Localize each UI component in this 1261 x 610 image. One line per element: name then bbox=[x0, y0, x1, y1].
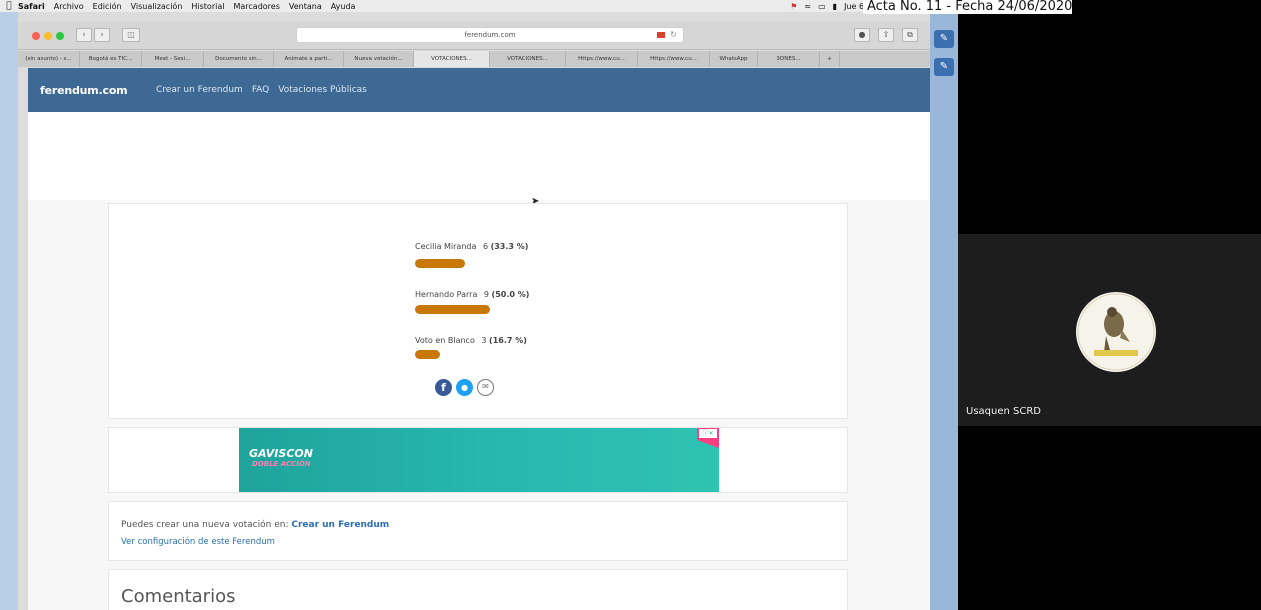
tab[interactable]: Bogotá es TIC... bbox=[80, 51, 142, 67]
wifi-icon[interactable]: ≈ bbox=[804, 2, 811, 11]
results-card: Cecilia Miranda 6 (33.3 %) Hernando Parr… bbox=[108, 203, 848, 419]
ad-close-icon[interactable]: ⓘ✕ bbox=[699, 429, 717, 438]
tabs-overview-icon[interactable]: ⧉ bbox=[902, 28, 918, 42]
site-header: ferendum.com Crear un Ferendum FAQ Votac… bbox=[28, 68, 930, 112]
menu-archivo[interactable]: Archivo bbox=[54, 2, 84, 11]
forward-button[interactable]: › bbox=[94, 28, 110, 42]
comments-heading: Comentarios bbox=[121, 586, 236, 607]
menu-edicion[interactable]: Edición bbox=[93, 2, 122, 11]
candidate-percent: (33.3 %) bbox=[490, 242, 529, 251]
result-row: Cecilia Miranda 6 (33.3 %) bbox=[415, 242, 528, 251]
history-nav: ‹ › bbox=[76, 28, 110, 42]
candidate-name: Voto en Blanco bbox=[415, 336, 475, 345]
share-buttons: f ● ✉ bbox=[435, 379, 494, 396]
page-content: ➤ Cecilia Miranda 6 (33.3 %) Hernando Pa… bbox=[28, 112, 930, 610]
reload-icon[interactable]: ↻ bbox=[670, 28, 677, 42]
ad-brand: GAVISCON bbox=[249, 447, 313, 460]
screen:  Safari Archivo Edición Visualización H… bbox=[0, 0, 1261, 610]
menu-ventana[interactable]: Ventana bbox=[289, 2, 322, 11]
tab[interactable]: Documento sin... bbox=[204, 51, 274, 67]
app-dock-icon[interactable]: ✎ bbox=[934, 30, 954, 48]
candidate-votes: 6 bbox=[482, 242, 489, 251]
menu-visualizacion[interactable]: Visualización bbox=[131, 2, 183, 11]
tab[interactable]: Anímate a parti... bbox=[274, 51, 344, 67]
tab[interactable]: WhatsApp bbox=[710, 51, 758, 67]
tab-active[interactable]: VOTACIONES... bbox=[414, 51, 490, 67]
candidate-votes: 9 bbox=[483, 290, 489, 299]
create-new-text: Puedes crear una nueva votación en: Crea… bbox=[121, 520, 389, 530]
new-tab-button[interactable]: + bbox=[820, 51, 840, 67]
extension-icon[interactable] bbox=[657, 32, 665, 38]
result-bar bbox=[415, 350, 440, 359]
tab[interactable]: Meet - Sesi... bbox=[142, 51, 204, 67]
tab[interactable]: (sin asunto) - s... bbox=[18, 51, 80, 67]
menu-historial[interactable]: Historial bbox=[191, 2, 224, 11]
ad-banner[interactable]: ⓘ✕ GAVISCON DOBLE ACCIÓN bbox=[239, 428, 719, 492]
facebook-icon[interactable]: f bbox=[435, 379, 452, 396]
privacy-icon[interactable]: ● bbox=[854, 28, 870, 42]
tab-bar: (sin asunto) - s... Bogotá es TIC... Mee… bbox=[18, 51, 930, 67]
ad-tagline: DOBLE ACCIÓN bbox=[252, 460, 311, 468]
result-bar bbox=[415, 305, 490, 314]
result-row: Hernando Parra 9 (50.0 %) bbox=[415, 290, 529, 299]
candidate-percent: (50.0 %) bbox=[491, 290, 530, 299]
toolbar-actions: ● ⇧ ⧉ bbox=[854, 28, 918, 42]
battery-icon[interactable]: ▮ bbox=[833, 2, 837, 11]
candidate-votes: 3 bbox=[481, 336, 487, 345]
participant-name: Usaquen SCRD bbox=[966, 406, 1041, 417]
minimize-window-icon[interactable] bbox=[44, 32, 52, 40]
apple-icon[interactable]:  bbox=[0, 1, 18, 11]
candidate-name: Hernando Parra bbox=[415, 290, 478, 299]
tab[interactable]: Nueva votación... bbox=[344, 51, 414, 67]
page-top-area bbox=[28, 112, 930, 200]
acta-caption: Acta No. 11 - Fecha 24/06/2020 bbox=[863, 0, 1073, 14]
nav-votaciones-publicas[interactable]: Votaciones Públicas bbox=[278, 85, 367, 95]
window-controls bbox=[32, 32, 64, 40]
sidebar-button[interactable]: ◫ bbox=[122, 28, 140, 42]
bird-logo-icon bbox=[1077, 293, 1155, 371]
flag-icon[interactable]: ⚑ bbox=[790, 2, 797, 11]
address-bar[interactable]: ferendum.com ↻ bbox=[296, 27, 684, 43]
back-button[interactable]: ‹ bbox=[76, 28, 92, 42]
create-new-prefix: Puedes crear una nueva votación en: bbox=[121, 520, 289, 530]
url-text: ferendum.com bbox=[464, 31, 516, 39]
config-link[interactable]: Ver configuración de este Ferendum bbox=[121, 537, 275, 547]
menu-ayuda[interactable]: Ayuda bbox=[331, 2, 356, 11]
candidate-percent: (16.7 %) bbox=[489, 336, 527, 345]
safari-toolbar: ‹ › ◫ ferendum.com ↻ ● ⇧ ⧉ bbox=[18, 22, 930, 50]
info-card: Puedes crear una nueva votación en: Crea… bbox=[108, 501, 848, 561]
airplay-icon[interactable]: ▭ bbox=[818, 2, 826, 11]
mac-desktop:  Safari Archivo Edición Visualización H… bbox=[0, 0, 958, 610]
app-dock-icon-2[interactable]: ✎ bbox=[934, 58, 954, 76]
menu-marcadores[interactable]: Marcadores bbox=[233, 2, 279, 11]
comments-card: Comentarios bbox=[108, 569, 848, 610]
result-bar bbox=[415, 259, 465, 268]
candidate-name: Cecilia Miranda bbox=[415, 242, 477, 251]
menu-bar:  Safari Archivo Edición Visualización H… bbox=[0, 0, 958, 12]
background-window-edge bbox=[0, 12, 18, 610]
menu-safari[interactable]: Safari bbox=[18, 2, 45, 11]
participant-avatar bbox=[1076, 292, 1156, 372]
zoom-window-icon[interactable] bbox=[56, 32, 64, 40]
tab[interactable]: Https://www.cu... bbox=[566, 51, 638, 67]
create-ferendum-link[interactable]: Crear un Ferendum bbox=[291, 520, 389, 530]
tab[interactable]: 3ONES... bbox=[758, 51, 820, 67]
result-row: Voto en Blanco 3 (16.7 %) bbox=[415, 336, 527, 345]
participant-tile[interactable]: Usaquen SCRD bbox=[958, 234, 1261, 426]
nav-crear-ferendum[interactable]: Crear un Ferendum bbox=[156, 85, 243, 95]
tab[interactable]: VOTACIONES... bbox=[490, 51, 566, 67]
tab[interactable]: Https://www.cu... bbox=[638, 51, 710, 67]
background-window-edge-right bbox=[930, 12, 958, 610]
site-logo[interactable]: ferendum.com bbox=[40, 84, 128, 97]
nav-faq[interactable]: FAQ bbox=[252, 85, 269, 95]
site-nav: Crear un Ferendum FAQ Votaciones Pública… bbox=[156, 85, 367, 95]
twitter-icon[interactable]: ● bbox=[456, 379, 473, 396]
email-icon[interactable]: ✉ bbox=[477, 379, 494, 396]
close-window-icon[interactable] bbox=[32, 32, 40, 40]
ad-card: ⓘ✕ GAVISCON DOBLE ACCIÓN bbox=[108, 427, 848, 493]
share-icon[interactable]: ⇧ bbox=[878, 28, 894, 42]
